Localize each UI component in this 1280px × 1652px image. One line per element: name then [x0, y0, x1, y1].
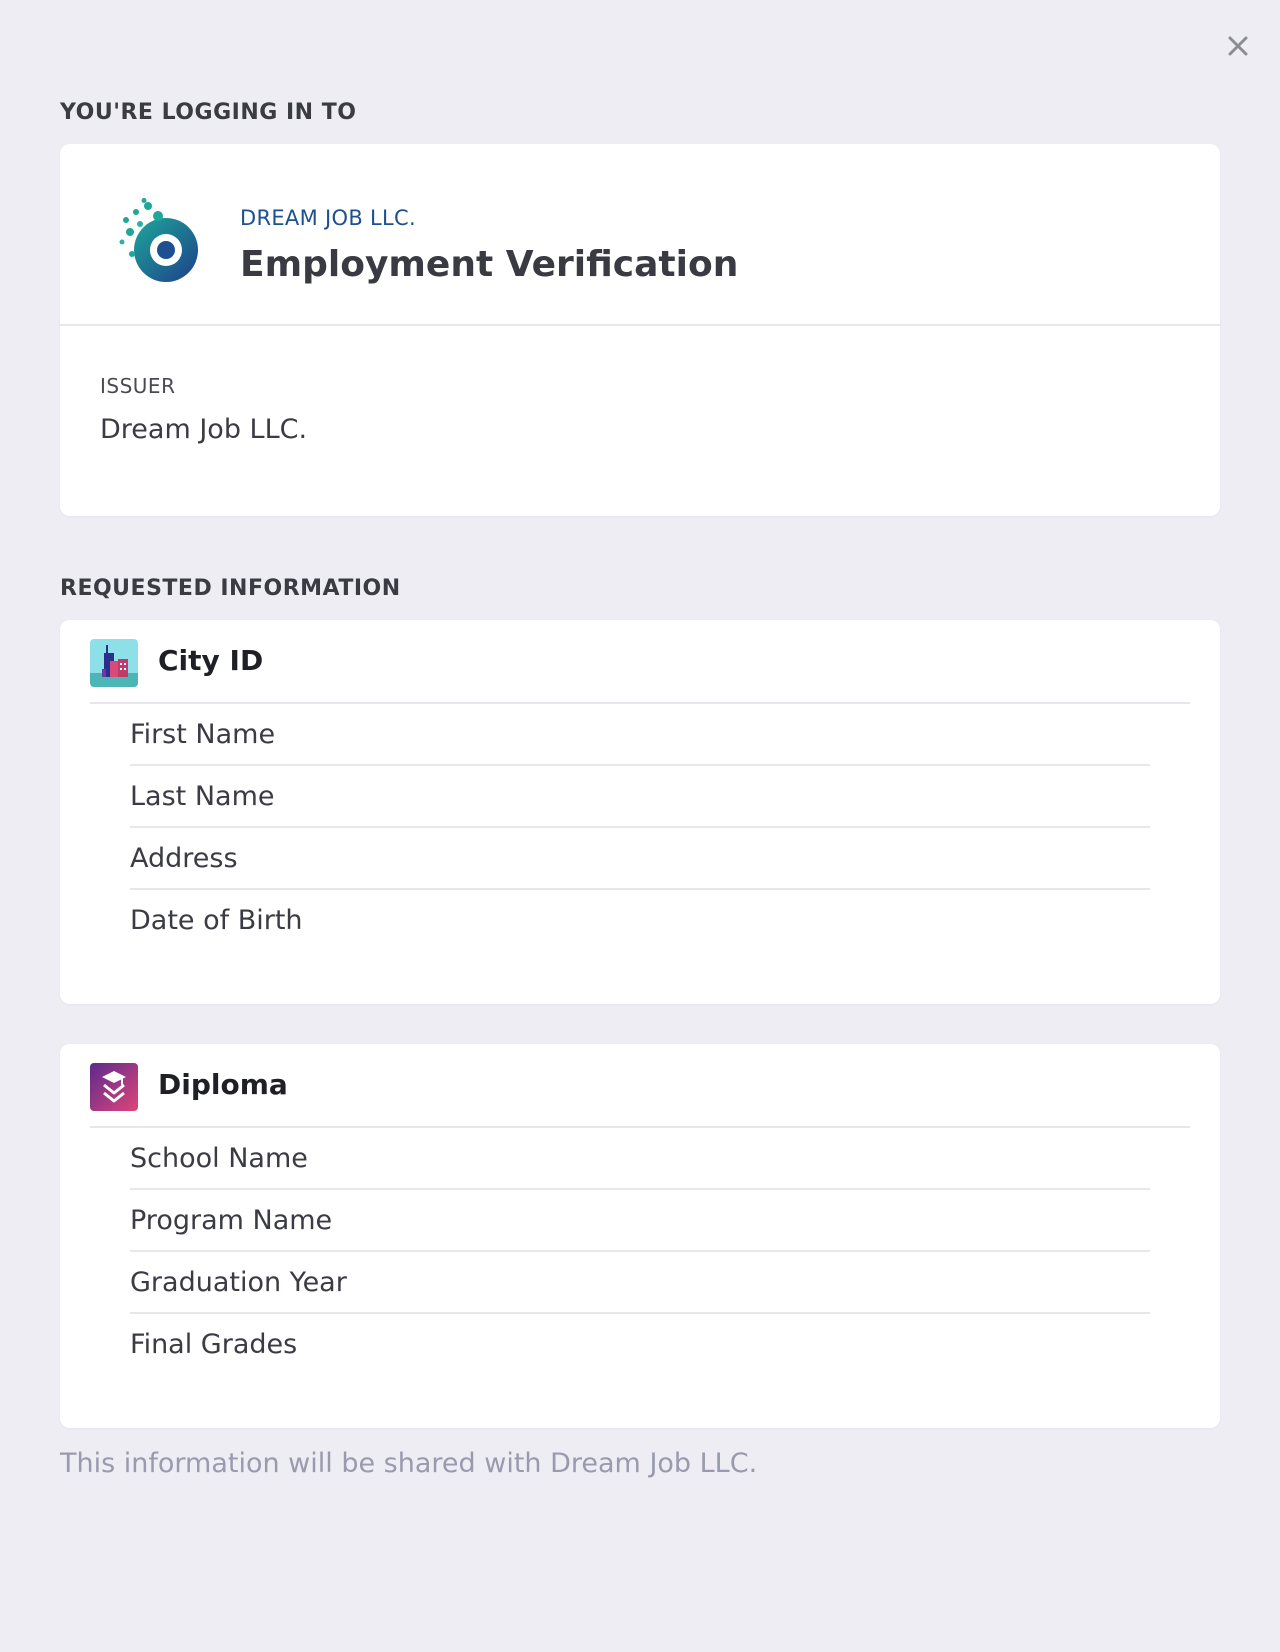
diploma-icon	[90, 1063, 138, 1111]
credential-card-city-id: City ID First Name Last Name Address Dat…	[60, 620, 1220, 1004]
city-id-icon	[90, 639, 138, 687]
field-program-name: Program Name	[130, 1190, 1150, 1252]
credential-card-diploma: Diploma School Name Program Name Graduat…	[60, 1044, 1220, 1428]
app-card-header: DREAM JOB LLC. Employment Verification	[60, 144, 1220, 326]
field-graduation-year: Graduation Year	[130, 1252, 1150, 1314]
issuer-label: ISSUER	[100, 374, 176, 398]
credential-field-list: School Name Program Name Graduation Year…	[130, 1128, 1150, 1374]
field-date-of-birth: Date of Birth	[130, 905, 303, 936]
field-final-grades: Final Grades	[130, 1329, 298, 1360]
field-first-name: First Name	[130, 704, 1150, 766]
app-title: Employment Verification	[240, 244, 739, 285]
credential-title: Diploma	[158, 1068, 288, 1101]
credential-title: City ID	[158, 644, 264, 677]
app-org-name: DREAM JOB LLC.	[240, 206, 416, 230]
issuer-value: Dream Job LLC.	[100, 414, 308, 445]
login-section-heading: YOU'RE LOGGING IN TO	[60, 100, 357, 125]
field-address: Address	[130, 828, 1150, 890]
field-school-name: School Name	[130, 1128, 1150, 1190]
app-card: DREAM JOB LLC. Employment Verification I…	[60, 144, 1220, 516]
close-icon	[1228, 36, 1248, 56]
close-button[interactable]	[1220, 28, 1256, 64]
sharing-notice: This information will be shared with Dre…	[60, 1448, 758, 1479]
dream-job-logo	[119, 198, 198, 282]
requested-section-heading: REQUESTED INFORMATION	[60, 576, 401, 601]
credential-header: Diploma	[90, 1044, 1190, 1128]
field-last-name: Last Name	[130, 766, 1150, 828]
credential-header: City ID	[90, 620, 1190, 704]
credential-field-list: First Name Last Name Address Date of Bir…	[130, 704, 1150, 950]
